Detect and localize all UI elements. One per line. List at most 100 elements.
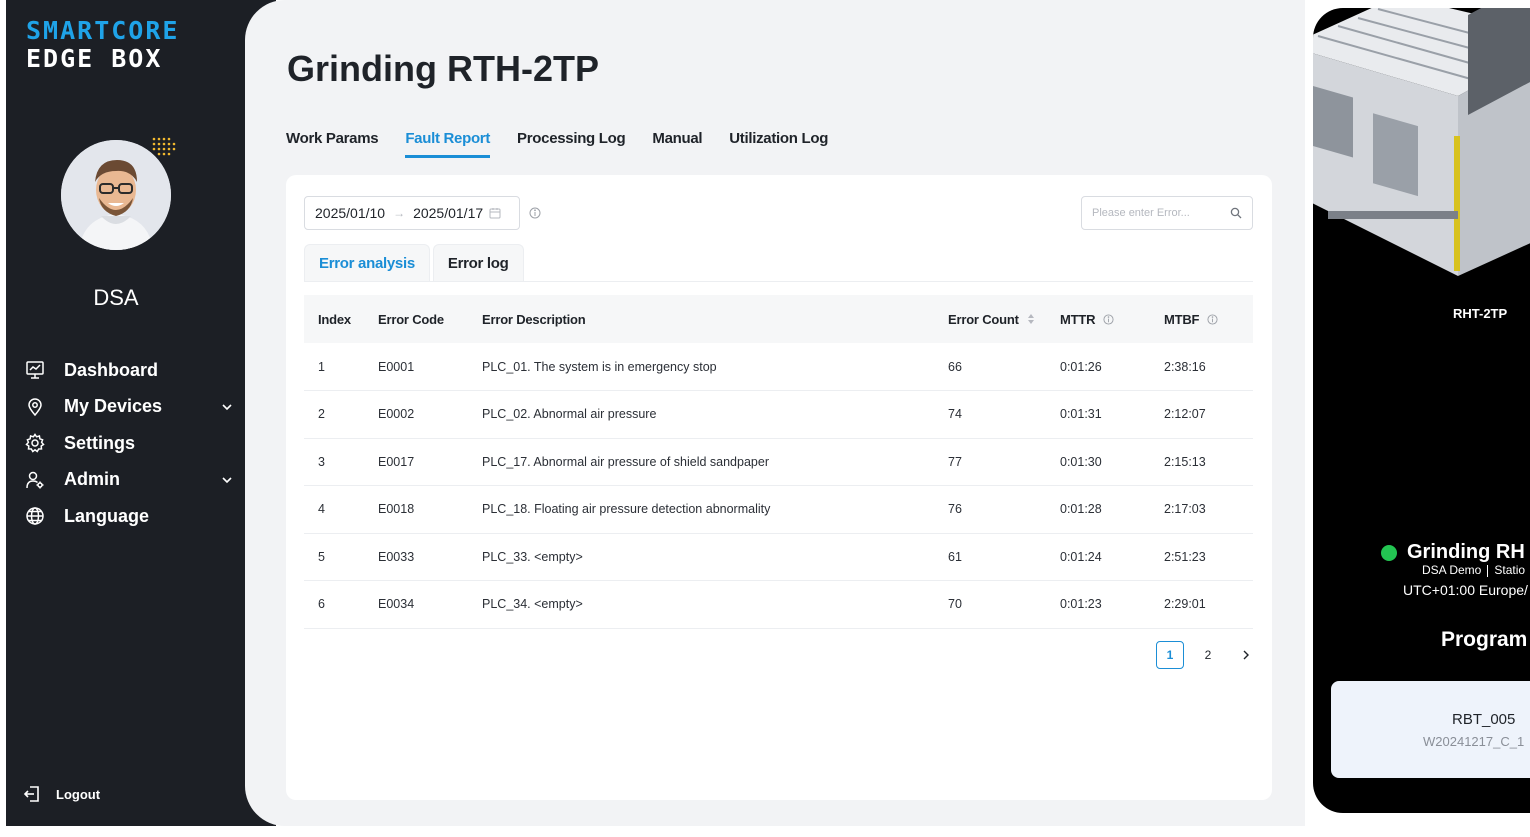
cell-error-description: PLC_34. <empty> xyxy=(468,580,934,629)
logout-icon xyxy=(23,786,39,802)
program-card[interactable]: RBT_005 W20241217_C_1 xyxy=(1331,681,1530,778)
column-header-mttr: MTTR xyxy=(1046,295,1150,343)
user-name: DSA xyxy=(93,285,139,310)
divider xyxy=(304,281,1253,282)
column-header-error-count[interactable]: Error Count xyxy=(934,295,1046,343)
date-start[interactable]: 2025/01/10 xyxy=(315,205,385,221)
cell-mttr: 0:01:26 xyxy=(1046,343,1150,391)
calendar-icon xyxy=(489,208,501,219)
info-icon[interactable] xyxy=(1103,313,1114,325)
chevron-right-icon xyxy=(1243,650,1249,660)
sidebar-item-my-devices[interactable]: My Devices xyxy=(24,389,234,426)
cell-mttr: 0:01:24 xyxy=(1046,533,1150,581)
sidebar-item-label: Dashboard xyxy=(64,359,159,380)
table-row[interactable]: 5 E0033 PLC_33. <empty> 61 0:01:24 2:51:… xyxy=(304,533,1253,581)
decorative-dots-icon xyxy=(152,137,176,156)
sort-icon[interactable] xyxy=(1027,313,1035,325)
table-row[interactable]: 2 E0002 PLC_02. Abnormal air pressure 74… xyxy=(304,390,1253,439)
column-header-label: MTTR xyxy=(1060,311,1096,327)
error-search[interactable] xyxy=(1081,196,1253,230)
cell-error-code: E0002 xyxy=(364,390,468,439)
date-end[interactable]: 2025/01/17 xyxy=(413,205,483,221)
cell-error-count: 74 xyxy=(934,390,1046,439)
cell-error-code: E0018 xyxy=(364,485,468,534)
cell-error-description: PLC_18. Floating air pressure detection … xyxy=(468,485,934,534)
cell-error-description: PLC_01. The system is in emergency stop xyxy=(468,343,934,391)
cell-index: 2 xyxy=(304,390,364,439)
chevron-down-icon[interactable] xyxy=(220,473,234,487)
cell-mttr: 0:01:28 xyxy=(1046,485,1150,534)
page-2-button[interactable]: 2 xyxy=(1194,641,1222,669)
cell-error-count: 70 xyxy=(934,580,1046,629)
fault-report-card: 2025/01/10 → 2025/01/17 Error analysis E… xyxy=(286,175,1272,800)
tab-manual[interactable]: Manual xyxy=(652,130,702,158)
cell-mttr: 0:01:30 xyxy=(1046,438,1150,486)
device-name: Grinding RH xyxy=(1407,541,1525,563)
sidebar-item-settings[interactable]: Settings xyxy=(24,425,234,462)
date-range-picker[interactable]: 2025/01/10 → 2025/01/17 xyxy=(304,196,520,230)
device-org: DSA Demo xyxy=(1422,563,1482,577)
pagination: 1 2 xyxy=(1156,641,1260,669)
divider xyxy=(1487,564,1489,577)
cell-mtbf: 2:51:23 xyxy=(1150,533,1253,581)
error-table: Index Error Code Error Description Error… xyxy=(304,295,1253,629)
arrow-right-icon: → xyxy=(393,206,406,220)
user-admin-icon xyxy=(24,469,46,491)
machine-image xyxy=(1313,8,1530,276)
sidebar: SMARTCORE EDGE BOX DSA Dashboard My Devi… xyxy=(6,0,276,826)
cell-error-description: PLC_17. Abnormal air pressure of shield … xyxy=(468,438,934,486)
analysis-subtabs: Error analysis Error log xyxy=(304,244,524,282)
device-timezone: UTC+01:00 Europe/ xyxy=(1403,582,1528,598)
subtab-error-analysis[interactable]: Error analysis xyxy=(304,244,430,282)
sidebar-item-admin[interactable]: Admin xyxy=(24,462,234,499)
sidebar-item-label: Settings xyxy=(64,432,136,453)
sidebar-item-dashboard[interactable]: Dashboard xyxy=(24,352,234,389)
logout-label: Logout xyxy=(56,786,101,802)
cell-error-code: E0001 xyxy=(364,343,468,391)
table-row[interactable]: 6 E0034 PLC_34. <empty> 70 0:01:23 2:29:… xyxy=(304,580,1253,629)
main-panel: Grinding RTH-2TP Work Params Fault Repor… xyxy=(245,0,1305,826)
page-1-button[interactable]: 1 xyxy=(1156,641,1184,669)
tab-processing-log[interactable]: Processing Log xyxy=(517,130,626,158)
cell-error-count: 61 xyxy=(934,533,1046,581)
brand-line-2: EDGE BOX xyxy=(26,44,163,73)
search-input[interactable] xyxy=(1092,207,1230,219)
cell-error-description: PLC_02. Abnormal air pressure xyxy=(468,390,934,439)
sidebar-item-language[interactable]: Language xyxy=(24,498,234,535)
table-row[interactable]: 1 E0001 PLC_01. The system is in emergen… xyxy=(304,343,1253,391)
cell-index: 6 xyxy=(304,580,364,629)
sidebar-item-label: Admin xyxy=(64,469,120,490)
device-station: Statio xyxy=(1494,563,1526,577)
column-header-label: Error Count xyxy=(948,311,1019,327)
cell-error-code: E0034 xyxy=(364,580,468,629)
program-id: W20241217_C_1 xyxy=(1423,734,1525,749)
tab-bar: Work Params Fault Report Processing Log … xyxy=(286,130,828,158)
column-header-error-description: Error Description xyxy=(482,311,586,327)
chevron-down-icon[interactable] xyxy=(220,400,234,414)
table-row[interactable]: 4 E0018 PLC_18. Floating air pressure de… xyxy=(304,485,1253,534)
cell-mtbf: 2:12:07 xyxy=(1150,390,1253,439)
subtab-error-log[interactable]: Error log xyxy=(432,244,524,282)
tab-work-params[interactable]: Work Params xyxy=(286,130,379,158)
cell-mtbf: 2:38:16 xyxy=(1150,343,1253,391)
cell-error-code: E0033 xyxy=(364,533,468,581)
avatar[interactable] xyxy=(61,137,176,252)
table-row[interactable]: 3 E0017 PLC_17. Abnormal air pressure of… xyxy=(304,438,1253,486)
tab-fault-report[interactable]: Fault Report xyxy=(405,130,490,158)
logout-button[interactable]: Logout xyxy=(22,784,100,804)
cell-index: 5 xyxy=(304,533,364,581)
sidebar-item-label: Language xyxy=(64,505,150,526)
info-icon[interactable] xyxy=(529,207,541,219)
cell-mtbf: 2:15:13 xyxy=(1150,438,1253,486)
device-location: DSA Demo Statio xyxy=(1422,563,1525,577)
online-status-icon xyxy=(1381,544,1397,561)
info-icon[interactable] xyxy=(1207,313,1218,325)
brand-logo[interactable]: SMARTCORE EDGE BOX xyxy=(26,18,179,71)
search-icon[interactable] xyxy=(1230,207,1242,219)
device-model: RHT-2TP xyxy=(1453,306,1508,321)
next-page-button[interactable] xyxy=(1232,641,1260,669)
tab-utilization-log[interactable]: Utilization Log xyxy=(729,130,828,158)
program-heading: Program xyxy=(1441,628,1528,651)
cell-error-code: E0017 xyxy=(364,438,468,486)
cell-index: 3 xyxy=(304,438,364,486)
